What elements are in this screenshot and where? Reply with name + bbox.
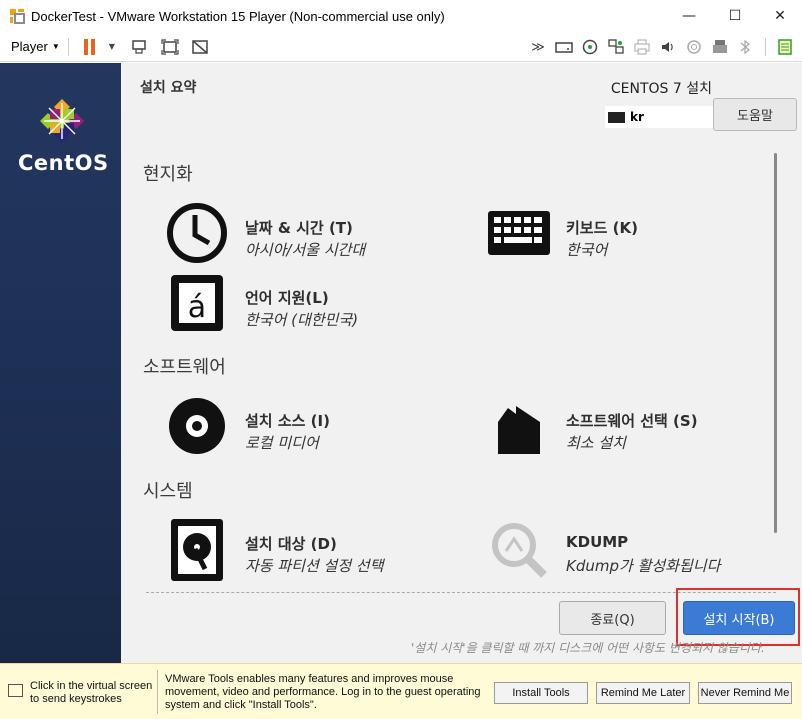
section-software: 소프트웨어 xyxy=(143,357,226,378)
installer-sidebar: CentOS xyxy=(0,63,121,663)
never-remind-button[interactable]: Never Remind Me xyxy=(698,682,792,704)
centos-logo-icon xyxy=(40,99,84,143)
installation-summary: 설치 요약 CENTOS 7 설치 kr 도움말 현지화 날짜 & 시간 (T)… xyxy=(121,63,802,663)
section-system: 시스템 xyxy=(143,481,193,502)
virtual-machine-screen[interactable]: CentOS 설치 요약 CENTOS 7 설치 kr 도움말 현지화 날짜 &… xyxy=(0,63,802,663)
page-title: 설치 요약 xyxy=(140,80,197,96)
spoke-title: 설치 대상 (D) xyxy=(245,535,337,553)
vmware-tools-notification: Click in the virtual screen to send keys… xyxy=(0,663,802,719)
remind-later-button[interactable]: Remind Me Later xyxy=(596,682,690,704)
help-button[interactable]: 도움말 xyxy=(713,98,797,131)
quit-button[interactable]: 종료(Q) xyxy=(559,601,666,635)
notification-divider xyxy=(157,670,158,714)
keyboard-mouse-icon xyxy=(8,684,23,697)
product-title: CENTOS 7 설치 xyxy=(610,81,712,97)
vmware-tools-message: VMware Tools enables many features and i… xyxy=(165,673,481,711)
cd-icon[interactable] xyxy=(581,39,599,55)
keyboard-icon xyxy=(608,111,625,123)
spoke-status: 한국어 (대한민국) xyxy=(245,311,359,329)
message-icon[interactable] xyxy=(776,39,794,55)
usb-printer-icon[interactable] xyxy=(711,39,729,55)
window-title: DockerTest - VMware Workstation 15 Playe… xyxy=(31,8,445,24)
hard-drive-icon xyxy=(171,519,223,581)
network-icon[interactable] xyxy=(607,39,625,55)
hard-disk-icon[interactable] xyxy=(555,39,573,55)
spoke-status: 자동 파티션 설정 선택 xyxy=(245,557,384,575)
spoke-status: 최소 설치 xyxy=(566,434,626,452)
centos-wordmark: CentOS xyxy=(18,151,109,175)
language-icon: á xyxy=(171,275,223,331)
player-menu-label: Player xyxy=(11,39,48,54)
spoke-status: 한국어 xyxy=(566,241,608,259)
toolbar-divider xyxy=(67,37,69,56)
maximize-button[interactable]: ☐ xyxy=(712,0,758,32)
package-icon xyxy=(498,406,540,454)
device-icons: ≫ xyxy=(529,32,794,62)
spoke-status: 아시아/서울 시간대 xyxy=(245,241,366,259)
close-button[interactable]: ✕ xyxy=(757,0,802,32)
content-scrollbar[interactable] xyxy=(774,153,777,533)
spoke-title: 언어 지원(L) xyxy=(245,289,329,307)
highlight-box xyxy=(676,588,800,646)
chevron-down-icon[interactable]: ▼ xyxy=(103,39,121,55)
spoke-title: KDUMP xyxy=(566,533,629,551)
vmware-app-icon xyxy=(9,8,25,24)
minimize-button[interactable]: — xyxy=(666,0,712,32)
magnifier-icon xyxy=(492,523,547,578)
window-titlebar: DockerTest - VMware Workstation 15 Playe… xyxy=(0,0,802,32)
bluetooth-icon[interactable] xyxy=(737,39,755,55)
section-localization: 현지화 xyxy=(143,164,193,185)
send-ctrl-alt-del-icon[interactable] xyxy=(131,39,149,55)
player-toolbar: Player ▼ ▼ ≫ xyxy=(0,32,802,62)
spoke-status: 로컬 미디어 xyxy=(245,434,319,452)
install-tools-button[interactable]: Install Tools xyxy=(494,682,588,704)
chevron-double-right-icon[interactable]: ≫ xyxy=(529,39,547,55)
spoke-title: 설치 소스 (I) xyxy=(245,412,330,430)
fit-guest-icon[interactable] xyxy=(161,38,179,55)
chevron-down-icon: ▼ xyxy=(51,42,60,51)
keyboard-icon xyxy=(488,211,550,255)
disc-icon xyxy=(169,398,225,454)
svg-text:á: á xyxy=(188,290,206,325)
pause-icon[interactable] xyxy=(83,38,97,55)
clock-icon xyxy=(167,203,227,263)
player-menu[interactable]: Player ▼ xyxy=(11,39,60,54)
keyboard-layout-label: kr xyxy=(630,110,644,124)
spoke-title: 키보드 (K) xyxy=(566,219,638,237)
click-hint-text: Click in the virtual screen to send keys… xyxy=(30,680,153,705)
install-hint: '설치 시작'을 클릭할 때 까지 디스크에 어떤 사항도 변경되지 않습니다. xyxy=(411,641,765,655)
spoke-title: 날짜 & 시간 (T) xyxy=(245,219,353,237)
spoke-title: 소프트웨어 선택 (S) xyxy=(566,412,698,430)
sound-icon[interactable] xyxy=(659,39,677,55)
spoke-status: Kdump가 활성화됩니다 xyxy=(566,557,721,575)
camera-icon[interactable] xyxy=(685,39,703,55)
printer-icon[interactable] xyxy=(633,39,651,55)
keyboard-layout-indicator[interactable]: kr xyxy=(605,106,713,128)
unity-icon[interactable] xyxy=(191,39,209,55)
toolbar-divider xyxy=(765,38,766,56)
